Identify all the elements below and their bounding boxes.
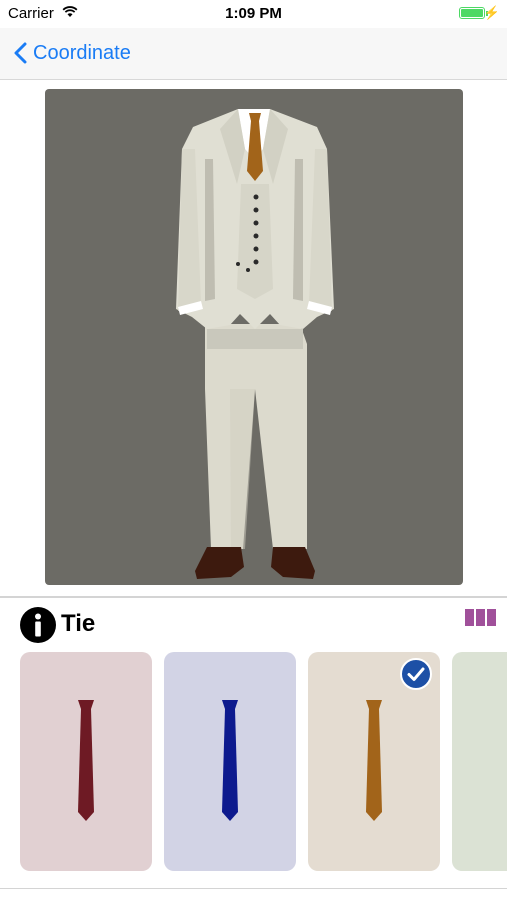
grid-icon[interactable] bbox=[465, 609, 496, 626]
chevron-left-icon bbox=[14, 42, 27, 64]
tie-section-header: Tie bbox=[0, 600, 507, 648]
battery-icon bbox=[459, 7, 485, 19]
navigation-bar: Coordinate bbox=[0, 28, 507, 80]
red-tie-icon bbox=[78, 700, 94, 821]
tie-card-blue[interactable] bbox=[164, 652, 296, 871]
bottom-divider bbox=[0, 888, 507, 889]
back-button[interactable]: Coordinate bbox=[14, 38, 131, 68]
status-bar: Carrier 1:09 PM ⚡ bbox=[0, 0, 507, 28]
info-icon[interactable] bbox=[20, 607, 56, 643]
outfit-preview bbox=[45, 89, 463, 585]
clock-label: 1:09 PM bbox=[225, 5, 282, 22]
tie-card-red[interactable] bbox=[20, 652, 152, 871]
section-title: Tie bbox=[61, 610, 96, 637]
blue-tie-icon bbox=[222, 700, 238, 821]
section-divider bbox=[0, 596, 507, 598]
selected-check-icon bbox=[400, 658, 432, 690]
tie-card-gold[interactable] bbox=[308, 652, 440, 871]
suit-illustration bbox=[176, 109, 334, 579]
back-button-label: Coordinate bbox=[33, 41, 131, 64]
tie-card-green[interactable] bbox=[452, 652, 507, 871]
charging-icon: ⚡ bbox=[483, 5, 500, 20]
tie-options-carousel[interactable] bbox=[0, 652, 507, 872]
